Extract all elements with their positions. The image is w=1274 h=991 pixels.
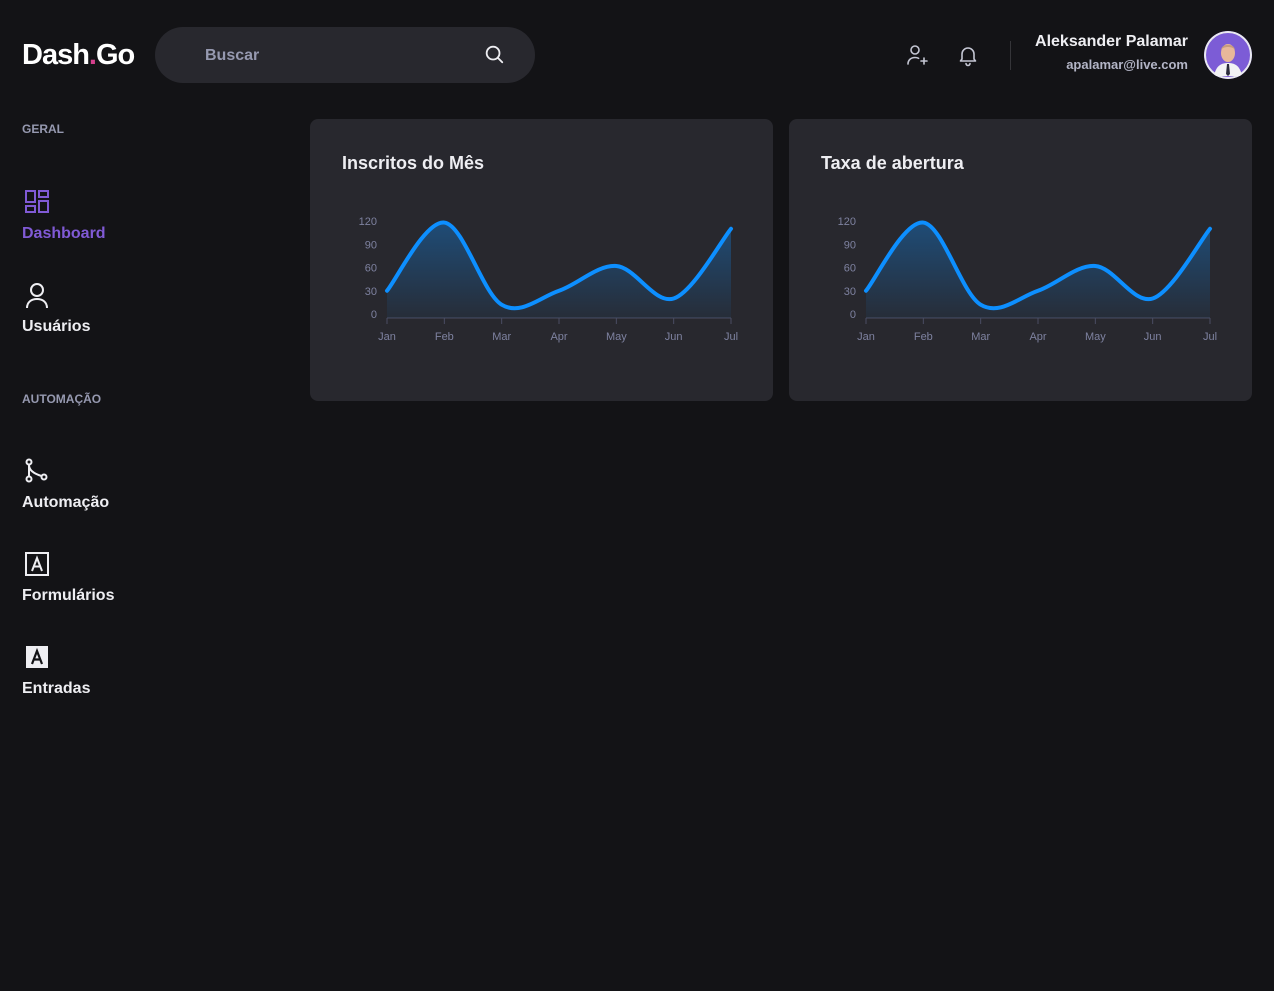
x-tick-label: Mar [492,331,511,343]
x-tick-label: Apr [550,331,567,343]
user-name: Aleksander Palamar [1035,33,1188,50]
git-merge-icon [25,458,48,483]
search-input[interactable] [203,27,467,85]
logo-dot: . [88,39,97,71]
y-tick-label: 0 [371,309,377,321]
sidebar-item-label: Automação [22,494,110,511]
bell-icon[interactable] [956,43,980,67]
x-tick-label: Apr [1029,331,1046,343]
form-icon [25,552,49,576]
user-email: apalamar@live.com [1066,57,1188,72]
chart-card-inscritos: Inscritos do Mês 0 30 60 90 120 Jan Feb Mar Apr M… [310,119,773,401]
search-bar [155,27,535,85]
logo: Dash.Go [22,36,135,74]
area-chart: 0 30 60 90 120 Jan Feb Mar Apr May Jun Jul [359,216,738,343]
dashboard-icon [25,190,49,213]
x-tick-label: Mar [971,331,990,343]
avatar-image [1204,31,1252,79]
x-tick-label: Jan [378,331,396,343]
input-icon [26,646,48,668]
sidebar-item-label: Formulários [22,587,115,604]
x-tick-label: Feb [435,331,454,343]
y-tick-label: 120 [838,216,856,228]
y-tick-label: 120 [359,216,377,228]
sidebar-item-usuarios[interactable]: Usuários [22,280,90,336]
y-tick-label: 30 [844,286,856,298]
sidebar-item-entradas[interactable]: Entradas [22,642,90,698]
x-tick-label: May [606,331,627,343]
section-title-geral: GERAL [22,122,64,136]
sidebar-item-label: Dashboard [22,225,106,242]
sidebar-item-automacao[interactable]: Automação [22,456,109,512]
sidebar-item-formularios[interactable]: Formulários [22,549,114,605]
y-tick-label: 30 [365,286,377,298]
series-area [866,222,1210,318]
x-tick-label: Jul [724,331,738,343]
sidebar-item-label: Entradas [22,680,91,697]
user-add-icon[interactable] [905,43,929,67]
avatar[interactable] [1204,31,1252,79]
sidebar-item-label: Usuários [22,318,91,335]
x-tick-label: May [1085,331,1106,343]
search-icon[interactable] [483,43,505,65]
chart-card-taxa-abertura: Taxa de abertura 0 30 60 90 120 Jan Feb Mar Apr M… [789,119,1252,401]
x-tick-label: Jan [857,331,875,343]
area-chart: 0 30 60 90 120 Jan Feb Mar Apr May Jun Jul [838,216,1217,343]
header-divider [1010,41,1011,70]
series-area [387,222,731,318]
x-tick-label: Jun [1144,331,1162,343]
y-tick-label: 60 [844,263,856,275]
y-tick-label: 60 [365,263,377,275]
y-tick-label: 90 [365,239,377,251]
sidebar-item-dashboard[interactable]: Dashboard [22,187,106,243]
x-tick-label: Feb [914,331,933,343]
section-title-automacao: AUTOMAÇÃO [22,392,102,406]
logo-suffix: Go [95,39,135,71]
user-icon [26,283,48,309]
y-tick-label: 0 [850,309,856,321]
logo-text: Dash [22,39,90,71]
x-tick-label: Jun [665,331,683,343]
y-tick-label: 90 [844,239,856,251]
x-tick-label: Jul [1203,331,1217,343]
